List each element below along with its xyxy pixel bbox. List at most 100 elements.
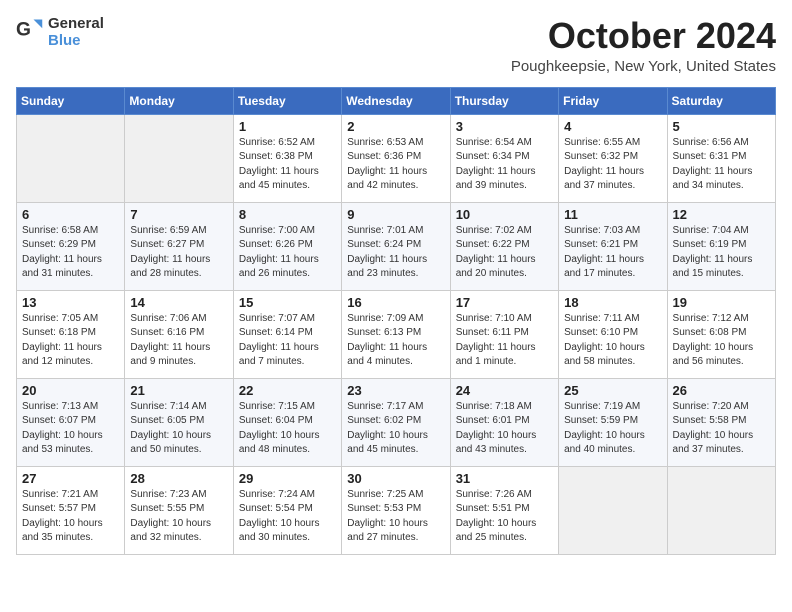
calendar-day-21: 21Sunrise: 7:14 AMSunset: 6:05 PMDayligh…	[125, 378, 233, 466]
day-number: 28	[130, 471, 227, 486]
day-details: Sunrise: 7:19 AMSunset: 5:59 PMDaylight:…	[564, 400, 661, 458]
day-details: Sunrise: 7:09 AMSunset: 6:13 PMDaylight:…	[347, 312, 444, 370]
logo-icon: G	[16, 16, 44, 49]
day-number: 15	[239, 295, 336, 310]
calendar-table: SundayMondayTuesdayWednesdayThursdayFrid…	[16, 87, 776, 555]
day-number: 14	[130, 295, 227, 310]
calendar-day-4: 4 Sunrise: 6:55 AMSunset: 6:32 PMDaylight…	[559, 114, 667, 202]
day-details: Sunrise: 6:59 AMSunset: 6:27 PMDaylight:…	[130, 224, 227, 282]
day-details: Sunrise: 7:17 AMSunset: 6:02 PMDaylight:…	[347, 400, 444, 458]
day-number: 3	[456, 119, 553, 134]
day-number: 25	[564, 383, 661, 398]
calendar-week-3: 20 Sunrise: 7:13 AMSunset: 6:07 PMDayligh…	[17, 378, 776, 466]
day-header-friday: Friday	[559, 87, 667, 114]
calendar-week-4: 27 Sunrise: 7:21 AMSunset: 5:57 PMDayligh…	[17, 466, 776, 554]
day-details: Sunrise: 7:02 AMSunset: 6:22 PMDaylight:…	[456, 224, 553, 282]
location: Poughkeepsie, New York, United States	[511, 58, 776, 75]
day-details: Sunrise: 7:20 AMSunset: 5:58 PMDaylight:…	[673, 400, 770, 458]
calendar-day-18: 18 Sunrise: 7:11 AMSunset: 6:10 PMDayligh…	[559, 290, 667, 378]
calendar-day-30: 30Sunrise: 7:25 AMSunset: 5:53 PMDayligh…	[342, 466, 450, 554]
calendar-day-16: 16 Sunrise: 7:09 AMSunset: 6:13 PMDayligh…	[342, 290, 450, 378]
day-number: 24	[456, 383, 553, 398]
day-number: 27	[22, 471, 119, 486]
day-details: Sunrise: 7:05 AMSunset: 6:18 PMDaylight:…	[22, 312, 119, 370]
calendar-day-28: 28Sunrise: 7:23 AMSunset: 5:55 PMDayligh…	[125, 466, 233, 554]
day-number: 16	[347, 295, 444, 310]
calendar-day-3: 3 Sunrise: 6:54 AMSunset: 6:34 PMDaylight…	[450, 114, 558, 202]
day-details: Sunrise: 7:06 AMSunset: 6:16 PMDaylight:…	[130, 312, 227, 370]
day-number: 18	[564, 295, 661, 310]
calendar-day-31: 31Sunrise: 7:26 AMSunset: 5:51 PMDayligh…	[450, 466, 558, 554]
day-details: Sunrise: 6:54 AMSunset: 6:34 PMDaylight:…	[456, 136, 553, 194]
calendar-day-9: 9Sunrise: 7:01 AMSunset: 6:24 PMDaylight…	[342, 202, 450, 290]
day-number: 12	[673, 207, 770, 222]
calendar-day-17: 17 Sunrise: 7:10 AMSunset: 6:11 PMDayligh…	[450, 290, 558, 378]
day-details: Sunrise: 7:15 AMSunset: 6:04 PMDaylight:…	[239, 400, 336, 458]
day-number: 8	[239, 207, 336, 222]
month-title: October 2024	[511, 16, 776, 56]
logo-general: General	[48, 16, 104, 33]
calendar-day-14: 14 Sunrise: 7:06 AMSunset: 6:16 PMDayligh…	[125, 290, 233, 378]
day-number: 7	[130, 207, 227, 222]
day-number: 11	[564, 207, 661, 222]
title-block: October 2024 Poughkeepsie, New York, Uni…	[511, 16, 776, 75]
day-details: Sunrise: 7:12 AMSunset: 6:08 PMDaylight:…	[673, 312, 770, 370]
logo-blue: Blue	[48, 33, 104, 50]
day-details: Sunrise: 7:14 AMSunset: 6:05 PMDaylight:…	[130, 400, 227, 458]
calendar-day-6: 6 Sunrise: 6:58 AMSunset: 6:29 PMDaylight…	[17, 202, 125, 290]
calendar-week-1: 6 Sunrise: 6:58 AMSunset: 6:29 PMDaylight…	[17, 202, 776, 290]
day-number: 4	[564, 119, 661, 134]
day-number: 6	[22, 207, 119, 222]
calendar-day-23: 23 Sunrise: 7:17 AMSunset: 6:02 PMDayligh…	[342, 378, 450, 466]
day-details: Sunrise: 7:26 AMSunset: 5:51 PMDaylight:…	[456, 488, 553, 546]
calendar-day-8: 8Sunrise: 7:00 AMSunset: 6:26 PMDaylight…	[233, 202, 341, 290]
calendar-day-10: 10Sunrise: 7:02 AMSunset: 6:22 PMDayligh…	[450, 202, 558, 290]
day-number: 17	[456, 295, 553, 310]
calendar-day-27: 27 Sunrise: 7:21 AMSunset: 5:57 PMDayligh…	[17, 466, 125, 554]
calendar-day-2: 2Sunrise: 6:53 AMSunset: 6:36 PMDaylight…	[342, 114, 450, 202]
calendar-empty	[125, 114, 233, 202]
day-details: Sunrise: 6:55 AMSunset: 6:32 PMDaylight:…	[564, 136, 661, 194]
day-details: Sunrise: 7:18 AMSunset: 6:01 PMDaylight:…	[456, 400, 553, 458]
calendar-day-1: 1Sunrise: 6:52 AMSunset: 6:38 PMDaylight…	[233, 114, 341, 202]
calendar-day-13: 13 Sunrise: 7:05 AMSunset: 6:18 PMDayligh…	[17, 290, 125, 378]
day-details: Sunrise: 7:24 AMSunset: 5:54 PMDaylight:…	[239, 488, 336, 546]
day-number: 13	[22, 295, 119, 310]
calendar-header-row: SundayMondayTuesdayWednesdayThursdayFrid…	[17, 87, 776, 114]
day-header-wednesday: Wednesday	[342, 87, 450, 114]
calendar-day-15: 15 Sunrise: 7:07 AMSunset: 6:14 PMDayligh…	[233, 290, 341, 378]
page-header: G General Blue October 2024 Poughkeepsie…	[16, 16, 776, 75]
day-number: 22	[239, 383, 336, 398]
calendar-day-29: 29Sunrise: 7:24 AMSunset: 5:54 PMDayligh…	[233, 466, 341, 554]
day-header-sunday: Sunday	[17, 87, 125, 114]
day-details: Sunrise: 7:11 AMSunset: 6:10 PMDaylight:…	[564, 312, 661, 370]
calendar-day-22: 22 Sunrise: 7:15 AMSunset: 6:04 PMDayligh…	[233, 378, 341, 466]
calendar-day-7: 7 Sunrise: 6:59 AMSunset: 6:27 PMDaylight…	[125, 202, 233, 290]
calendar-day-5: 5Sunrise: 6:56 AMSunset: 6:31 PMDaylight…	[667, 114, 775, 202]
svg-text:G: G	[16, 19, 31, 40]
calendar-day-25: 25 Sunrise: 7:19 AMSunset: 5:59 PMDayligh…	[559, 378, 667, 466]
day-number: 30	[347, 471, 444, 486]
calendar-empty	[667, 466, 775, 554]
day-number: 23	[347, 383, 444, 398]
day-details: Sunrise: 7:04 AMSunset: 6:19 PMDaylight:…	[673, 224, 770, 282]
day-details: Sunrise: 7:10 AMSunset: 6:11 PMDaylight:…	[456, 312, 553, 370]
day-details: Sunrise: 6:56 AMSunset: 6:31 PMDaylight:…	[673, 136, 770, 194]
day-details: Sunrise: 7:21 AMSunset: 5:57 PMDaylight:…	[22, 488, 119, 546]
day-details: Sunrise: 7:01 AMSunset: 6:24 PMDaylight:…	[347, 224, 444, 282]
day-details: Sunrise: 7:13 AMSunset: 6:07 PMDaylight:…	[22, 400, 119, 458]
calendar-day-12: 12 Sunrise: 7:04 AMSunset: 6:19 PMDayligh…	[667, 202, 775, 290]
calendar-week-0: 1Sunrise: 6:52 AMSunset: 6:38 PMDaylight…	[17, 114, 776, 202]
day-details: Sunrise: 6:58 AMSunset: 6:29 PMDaylight:…	[22, 224, 119, 282]
calendar-day-19: 19 Sunrise: 7:12 AMSunset: 6:08 PMDayligh…	[667, 290, 775, 378]
day-details: Sunrise: 6:53 AMSunset: 6:36 PMDaylight:…	[347, 136, 444, 194]
day-details: Sunrise: 7:07 AMSunset: 6:14 PMDaylight:…	[239, 312, 336, 370]
calendar-day-11: 11Sunrise: 7:03 AMSunset: 6:21 PMDayligh…	[559, 202, 667, 290]
day-header-tuesday: Tuesday	[233, 87, 341, 114]
calendar-day-26: 26 Sunrise: 7:20 AMSunset: 5:58 PMDayligh…	[667, 378, 775, 466]
calendar-empty	[17, 114, 125, 202]
day-number: 19	[673, 295, 770, 310]
day-number: 26	[673, 383, 770, 398]
calendar-empty	[559, 466, 667, 554]
day-number: 20	[22, 383, 119, 398]
